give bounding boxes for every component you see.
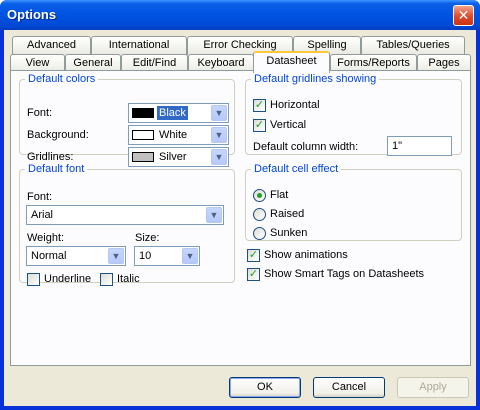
default-colors-group: Default colors Font: Black ▼ Background:… [19,73,235,167]
weight-label: Weight: [27,232,65,244]
column-width-value: 1" [392,140,403,152]
show-smart-tags-checkbox[interactable]: ✓ [247,268,260,281]
check-icon: ✓ [248,268,259,280]
font-color-label: Font: [27,107,53,119]
show-animations-label[interactable]: Show animations [264,249,348,261]
tab-label: Error Checking [203,39,277,51]
background-color-swatch [132,130,154,140]
font-name-value: Arial [31,209,54,221]
chevron-down-icon[interactable]: ▼ [182,248,198,264]
tab-label: Keyboard [197,57,245,69]
font-color-value: Black [157,106,188,120]
size-select[interactable]: 10 ▼ [134,246,200,266]
cell-effect-group: Default cell effect Flat Raised Sunken [245,163,462,241]
gridlines-group: Default gridlines showing ✓ Horizontal ✓… [245,73,462,156]
italic-checkbox[interactable] [100,273,113,286]
check-icon: ✓ [254,99,265,111]
tab-advanced[interactable]: Advanced [12,36,91,55]
datasheet-page: Default colors Font: Black ▼ Background:… [10,70,471,366]
radio-selected-dot [257,193,262,198]
ok-button[interactable]: OK [229,377,301,398]
tab-label: Edit/Find [132,57,177,69]
group-title: Default cell effect [254,163,339,175]
chevron-down-icon[interactable]: ▼ [211,127,227,143]
cancel-button[interactable]: Cancel [313,377,385,398]
options-dialog: Options ✕ Advanced International Error C… [0,0,480,410]
group-title: Default colors [28,73,96,85]
gridlines-color-swatch [132,152,154,162]
tab-label: View [25,57,50,69]
tab-label: Datasheet [266,55,317,67]
size-value: 10 [139,250,152,262]
vertical-checkbox[interactable]: ✓ [253,119,266,132]
weight-value: Normal [31,250,67,262]
tab-label: Forms/Reports [337,57,410,69]
underline-checkbox[interactable] [27,273,40,286]
tab-label: Spelling [307,39,347,51]
gridlines-color-value: Silver [159,151,187,163]
font-name-select[interactable]: Arial ▼ [26,205,224,225]
weight-select[interactable]: Normal ▼ [26,246,126,266]
column-width-input[interactable]: 1" [387,136,452,156]
sunken-label[interactable]: Sunken [270,227,307,239]
close-icon: ✕ [457,7,470,23]
font-color-swatch [132,108,154,118]
chevron-down-icon[interactable]: ▼ [211,105,227,121]
tab-label: Advanced [27,39,76,51]
close-button[interactable]: ✕ [453,5,474,26]
flat-label[interactable]: Flat [270,189,288,201]
tab-label: International [108,39,170,51]
font-name-label: Font: [27,191,53,203]
group-title: Default font [28,163,85,175]
raised-label[interactable]: Raised [270,208,304,220]
apply-button[interactable]: Apply [397,377,469,398]
column-width-label: Default column width: [253,141,359,153]
raised-radio[interactable] [253,208,266,221]
chevron-down-icon[interactable]: ▼ [108,248,124,264]
show-animations-checkbox[interactable]: ✓ [247,249,260,262]
italic-label[interactable]: Italic [117,273,140,285]
horizontal-label[interactable]: Horizontal [270,99,320,111]
tab-datasheet[interactable]: Datasheet [253,51,330,73]
check-icon: ✓ [248,249,259,261]
group-title: Default gridlines showing [254,73,377,85]
tab-international[interactable]: International [91,36,187,55]
default-font-group: Default font Font: Arial ▼ Weight: Norma… [19,163,235,286]
underline-label[interactable]: Underline [44,273,91,285]
show-smart-tags-label[interactable]: Show Smart Tags on Datasheets [264,268,424,280]
dialog-body: Advanced International Error Checking Sp… [4,30,476,406]
tab-label: General [73,57,113,69]
tab-tables-queries[interactable]: Tables/Queries [361,36,465,55]
chevron-down-icon[interactable]: ▼ [206,207,222,223]
sunken-radio[interactable] [253,227,266,240]
tab-label: Pages [428,57,460,69]
horizontal-checkbox[interactable]: ✓ [253,99,266,112]
size-label: Size: [135,232,160,244]
gridlines-color-label: Gridlines: [27,151,74,163]
window-title: Options [7,7,57,22]
vertical-label[interactable]: Vertical [270,119,306,131]
background-color-label: Background: [27,129,89,141]
background-color-value: White [159,129,188,141]
check-icon: ✓ [254,119,265,131]
font-color-select[interactable]: Black ▼ [128,103,229,123]
tab-label: Tables/Queries [376,39,450,51]
title-bar[interactable]: Options ✕ [0,0,480,30]
flat-radio[interactable] [253,189,266,202]
background-color-select[interactable]: White ▼ [128,125,229,145]
